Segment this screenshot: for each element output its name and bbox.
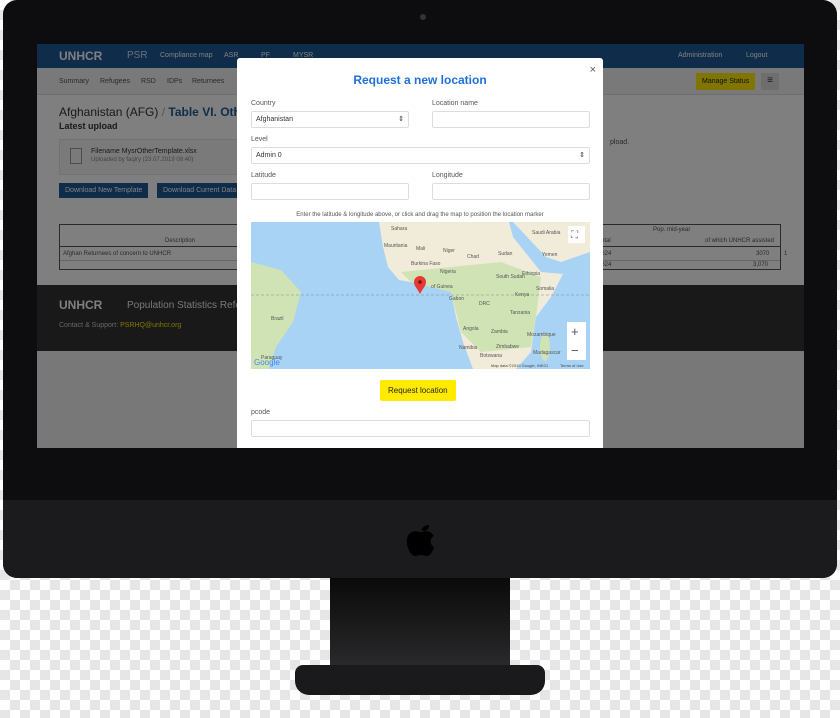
map-label: Somalia <box>536 286 554 292</box>
level-select[interactable]: Admin 0 ⇕ <box>251 147 590 164</box>
pcode-label: pcode <box>251 409 271 416</box>
map-label: Mauritania <box>384 243 408 249</box>
fullscreen-icon: ⛶ <box>570 230 579 241</box>
camera <box>420 14 426 20</box>
map-label: Gabon <box>449 296 464 302</box>
longitude-input[interactable] <box>432 183 590 200</box>
country-select[interactable]: Afghanistan ⇕ <box>251 111 409 128</box>
map-label: Ethiopia <box>522 271 540 277</box>
google-logo: Google <box>254 358 280 367</box>
level-value: Admin 0 <box>256 152 282 159</box>
screen: UNHCR PSR Compliance map ASR PF MYSR Adm… <box>37 44 804 448</box>
country-value: Afghanistan <box>256 116 293 123</box>
map-label: DRC <box>479 301 490 307</box>
map-label: Botswana <box>480 353 502 359</box>
map-attribution: Map data ©2019 Google, INEGI <box>491 363 548 368</box>
zoom-in-button[interactable]: + <box>571 324 579 339</box>
select-arrows-icon: ⇕ <box>398 116 404 123</box>
map-label: Yemen <box>542 252 558 258</box>
map-label: Niger <box>443 248 455 254</box>
zoom-out-button[interactable]: − <box>571 343 579 358</box>
map-label: Sahara <box>391 226 407 232</box>
map-label: Zambia <box>491 329 508 335</box>
location-map[interactable]: Sahara Mauritania Mali Niger Chad Sudan Saudi … <box>251 222 590 369</box>
map-label: Sudan <box>498 251 513 257</box>
level-label: Level <box>251 136 268 143</box>
longitude-label: Longitude <box>432 172 463 179</box>
map-label: Tanzania <box>510 310 530 316</box>
apple-logo-icon <box>406 525 434 556</box>
imac-foot <box>295 665 545 695</box>
imac-stand <box>330 578 510 668</box>
map-label: Namibia <box>459 345 478 351</box>
location-name-label: Location name <box>432 100 478 107</box>
close-icon[interactable]: × <box>590 64 596 76</box>
request-location-button[interactable]: Request location <box>380 380 456 401</box>
map-label: Zimbabwe <box>496 344 519 350</box>
map-hint: Enter the latitude & longitude above, or… <box>296 212 544 218</box>
request-location-modal: Request a new location × Country Afghani… <box>237 58 603 448</box>
modal-title: Request a new location <box>353 73 487 87</box>
map-label: of Guinea <box>431 284 453 290</box>
latitude-label: Latitude <box>251 172 276 179</box>
select-arrows-icon: ⇕ <box>579 152 585 159</box>
map-label: Chad <box>467 254 479 260</box>
map-label: Angola <box>463 326 479 332</box>
country-label: Country <box>251 100 276 107</box>
latitude-input[interactable] <box>251 183 409 200</box>
map-label: Mozambique <box>527 332 556 338</box>
map-label: Madagascar <box>533 350 561 356</box>
map-label: Burkina Faso <box>411 261 441 267</box>
map-label: Kenya <box>515 292 529 298</box>
map-label: Mali <box>416 246 425 252</box>
location-name-input[interactable] <box>432 111 590 128</box>
map-label: Nigeria <box>440 269 456 275</box>
map-label: Brazil <box>271 316 284 322</box>
map-label: Saudi Arabia <box>532 230 561 236</box>
map-label: South Sudan <box>496 274 525 280</box>
terms-of-use-link[interactable]: Terms of Use <box>560 363 584 368</box>
pcode-input[interactable] <box>251 420 590 437</box>
